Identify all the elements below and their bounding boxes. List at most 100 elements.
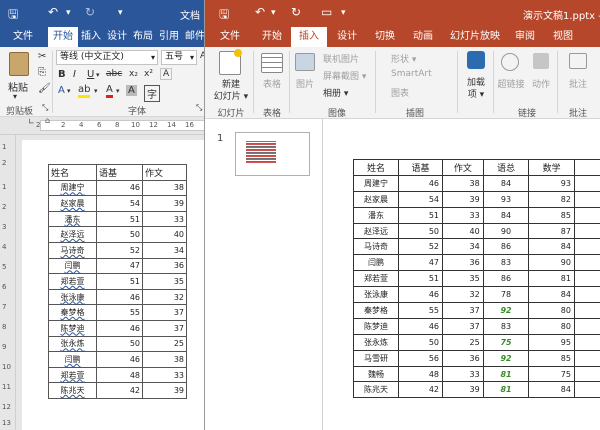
table-cell[interactable]: 潘东 [352, 206, 400, 224]
superscript-icon[interactable]: x² [144, 69, 153, 79]
redo-icon[interactable]: ↻ [291, 5, 301, 19]
text-effects-icon[interactable]: A [58, 85, 65, 96]
table-cell[interactable]: 39 [142, 195, 187, 212]
table-cell[interactable]: 张泳康 [352, 286, 400, 304]
table-cell[interactable]: 50 [96, 226, 143, 243]
ppt-tab-view[interactable]: 视图 [545, 27, 581, 47]
table-cell[interactable]: 95 [528, 333, 575, 351]
table-cell[interactable] [573, 238, 600, 256]
ppt-tab-animations[interactable]: 动画 [405, 27, 441, 47]
clipboard-launcher-icon[interactable]: ⤡ [42, 103, 48, 113]
highlight-icon[interactable]: ab [78, 85, 91, 98]
table-cell[interactable]: 37 [142, 319, 187, 337]
table-cell[interactable] [573, 254, 600, 272]
table-cell[interactable] [573, 206, 600, 224]
table-cell[interactable]: 50 [398, 222, 444, 240]
table-cell[interactable]: 38 [142, 179, 187, 197]
picture-button[interactable]: 图片 [291, 77, 319, 90]
table-cell[interactable]: 33 [442, 365, 484, 383]
table-cell[interactable]: 54 [96, 195, 143, 212]
ppt-tab-slideshow[interactable]: 幻灯片放映 [445, 27, 505, 47]
table-cell[interactable]: 92 [482, 302, 530, 319]
word-score-table[interactable]: 姓名 语基 作文 周建宁 46 38 赵家晨 54 39 潘东 51 33 赵泽远 50 40 马诗奇 52 34… [48, 164, 187, 399]
table-cell[interactable]: 33 [442, 206, 484, 224]
table-cell[interactable]: 39 [442, 190, 484, 208]
table-cell[interactable]: 周建宁 [352, 174, 400, 192]
table-cell[interactable]: 郑若萱 [352, 270, 400, 288]
table-cell[interactable]: 秦梦格 [48, 304, 97, 321]
table-cell[interactable]: 赵泽远 [352, 222, 400, 240]
paste-dropdown-icon[interactable]: ▾ [13, 92, 17, 101]
table-cell[interactable] [573, 317, 600, 335]
ppt-tab-home[interactable]: 开始 [257, 27, 287, 47]
table-cell[interactable]: 46 [398, 174, 444, 192]
cut-icon[interactable]: ✂ [38, 51, 46, 62]
word-tab-file[interactable]: 文件 [6, 27, 40, 47]
table-cell[interactable]: 马诗奇 [48, 241, 97, 259]
ppt-tab-design[interactable]: 设计 [329, 27, 365, 47]
table-cell[interactable]: 51 [398, 270, 444, 288]
ppt-tab-insert[interactable]: 插入 [291, 27, 327, 47]
table-cell[interactable]: 35 [442, 270, 484, 288]
table-cell[interactable]: 83 [482, 317, 530, 335]
screenshot-button[interactable]: 屏幕截图 ▾ [323, 69, 366, 82]
table-cell[interactable] [573, 222, 600, 240]
table-cell[interactable]: 赵家晨 [352, 190, 400, 208]
word-tab-design[interactable]: 设计 [104, 27, 130, 47]
table-cell[interactable]: 46 [96, 351, 143, 368]
table-button[interactable]: 表格 [257, 77, 287, 90]
table-cell[interactable]: 47 [96, 257, 143, 275]
table-cell[interactable]: 80 [528, 317, 575, 335]
table-cell[interactable]: 54 [398, 190, 444, 208]
table-cell[interactable]: 38 [442, 174, 484, 192]
table-cell[interactable]: 37 [442, 317, 484, 335]
tab-selector-icon[interactable]: ∟ [28, 117, 35, 126]
shapes-button[interactable]: 形状 ▾ [391, 52, 416, 65]
table-cell[interactable]: 34 [442, 238, 484, 256]
table-cell[interactable]: 90 [528, 254, 575, 272]
table-cell[interactable]: 81 [482, 381, 530, 399]
hyperlink-icon[interactable] [501, 53, 519, 71]
paste-icon[interactable] [9, 52, 29, 76]
undo-icon[interactable]: ↶ [255, 5, 265, 19]
ppt-tab-transitions[interactable]: 切换 [367, 27, 403, 47]
table-cell[interactable]: 86 [482, 270, 530, 288]
table-cell[interactable]: 42 [96, 382, 143, 399]
table-cell[interactable]: 陈梦迪 [48, 319, 97, 337]
table-cell[interactable]: 张永炼 [48, 335, 97, 353]
table-cell[interactable]: 语基 [96, 164, 143, 181]
table-cell[interactable]: 闫鹏 [48, 351, 97, 368]
table-cell[interactable]: 40 [142, 226, 187, 243]
table-cell[interactable] [573, 286, 600, 304]
table-cell[interactable]: 82 [528, 190, 575, 208]
word-tab-insert[interactable]: 插入 [78, 27, 104, 47]
store-icon[interactable] [467, 51, 485, 69]
table-cell[interactable]: 84 [528, 238, 575, 256]
table-cell[interactable]: 32 [442, 286, 484, 304]
ppt-tab-file[interactable]: 文件 [215, 27, 245, 47]
underline-dropdown-icon[interactable]: ▾ [96, 71, 100, 79]
table-cell[interactable]: 33 [142, 210, 187, 228]
table-cell[interactable]: 赵家晨 [48, 195, 97, 212]
quick-access-menu-icon[interactable]: ▾ [118, 8, 123, 18]
photo-album-button[interactable]: 相册 ▾ [323, 86, 348, 99]
picture-icon[interactable] [295, 53, 315, 71]
undo-icon[interactable]: ↶ [48, 5, 58, 19]
font-color-icon[interactable]: A [106, 85, 113, 98]
table-cell[interactable]: 36 [442, 254, 484, 272]
chart-button[interactable]: 图表 [391, 86, 409, 99]
table-cell[interactable]: 47 [398, 254, 444, 272]
table-cell[interactable]: 37 [442, 302, 484, 319]
table-cell[interactable]: 作文 [142, 164, 187, 181]
table-cell[interactable]: 52 [96, 241, 143, 259]
table-cell[interactable]: 周建宁 [48, 179, 97, 197]
table-cell[interactable]: 39 [442, 381, 484, 399]
italic-icon[interactable]: I [73, 69, 76, 80]
table-cell[interactable]: 25 [442, 333, 484, 351]
table-cell[interactable]: 81 [482, 365, 530, 383]
comment-icon[interactable] [569, 53, 587, 69]
redo-icon[interactable]: ↻ [85, 5, 95, 19]
table-cell[interactable]: 陈梦迪 [352, 317, 400, 335]
online-pictures-button[interactable]: 联机图片 [323, 52, 359, 65]
table-cell[interactable]: 潘东 [48, 210, 97, 228]
